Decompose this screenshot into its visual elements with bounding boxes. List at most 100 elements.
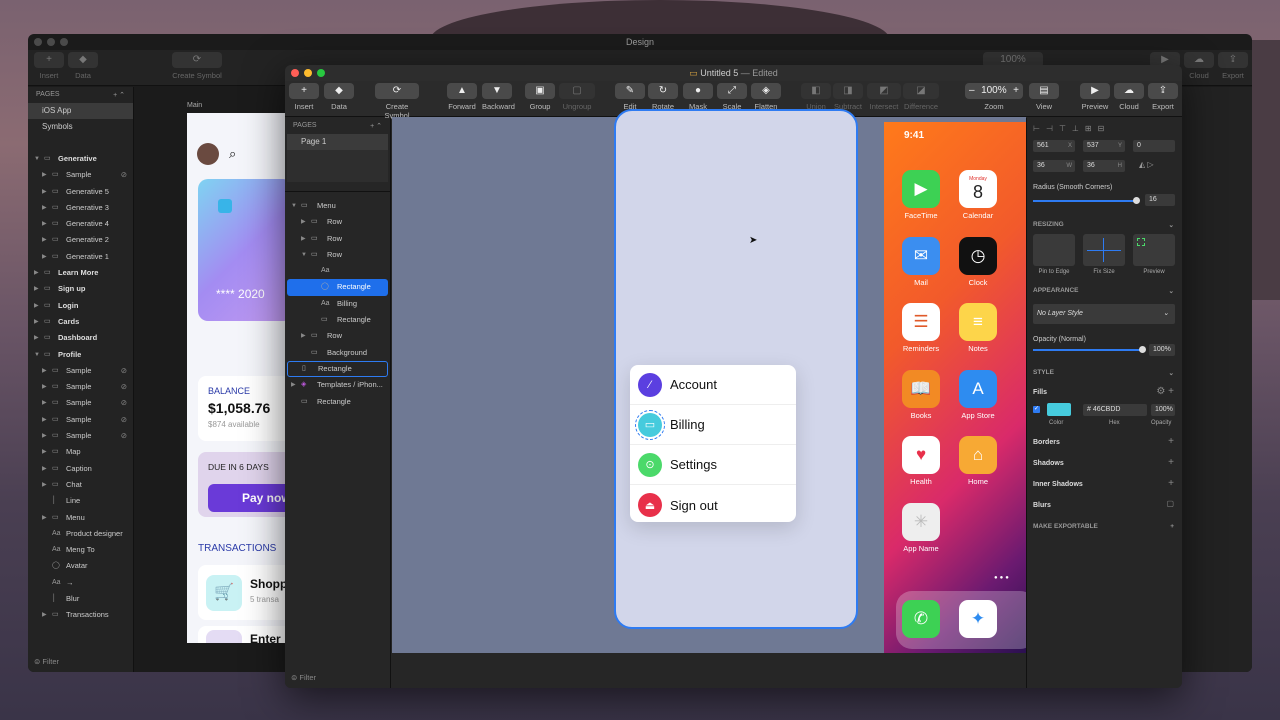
bg-insert-button[interactable]: + Insert bbox=[34, 52, 64, 80]
disclosure-icon[interactable]: ▶ bbox=[42, 428, 52, 444]
toolbar-cloud-button[interactable]: ☁ Cloud bbox=[1114, 83, 1144, 111]
ios-app-reminders[interactable]: ☰ Reminders bbox=[901, 303, 941, 353]
toolbar-preview-button[interactable]: ▶ Preview bbox=[1080, 83, 1110, 111]
page-item[interactable]: Page 1 bbox=[287, 134, 388, 150]
bg-layer-row[interactable]: ▶ ▭ Cards bbox=[28, 314, 133, 330]
bg-layer-row[interactable]: ▶ ▭ Sample ⊘ bbox=[28, 412, 133, 428]
disclosure-icon[interactable]: ▶ bbox=[34, 281, 44, 297]
disclosure-icon[interactable]: ▶ bbox=[42, 412, 52, 428]
fill-opacity-field[interactable]: 100% bbox=[1151, 404, 1175, 416]
bg-cloud-button[interactable]: ☁ Cloud bbox=[1184, 52, 1214, 80]
bg-layer-row[interactable]: ▶ ▭ Dashboard bbox=[28, 330, 133, 346]
fill-hex-field[interactable]: # 46CBDD bbox=[1083, 404, 1147, 416]
disclosure-icon[interactable]: ▶ bbox=[42, 167, 52, 183]
layer-row[interactable]: ◯ Rectangle bbox=[287, 279, 388, 296]
filter-field[interactable]: ⊜ Filter bbox=[291, 673, 316, 682]
disclosure-icon[interactable]: ▶ bbox=[34, 298, 44, 314]
width-field[interactable]: 36 W bbox=[1033, 160, 1075, 172]
foreground-sketch-window[interactable]: ▭ Untitled 5 — Edited –100% + Zoom + Inser… bbox=[285, 65, 1182, 688]
disclosure-icon[interactable]: ▶ bbox=[42, 200, 52, 216]
hidden-eye-icon[interactable]: ⊘ bbox=[121, 412, 127, 428]
toolbar-view-button[interactable]: ▤ View bbox=[1029, 83, 1059, 111]
bg-data-button[interactable]: ◆ Data bbox=[68, 52, 98, 80]
disclosure-icon[interactable]: ▶ bbox=[42, 184, 52, 200]
page-item[interactable]: Symbols bbox=[28, 119, 133, 135]
disclosure-open-icon[interactable]: ▼ bbox=[301, 247, 311, 263]
bg-create-symbol-button[interactable]: ⟳ Create Symbol bbox=[172, 52, 222, 80]
hidden-eye-icon[interactable]: ⊘ bbox=[121, 379, 127, 395]
toolbar-scale-button[interactable]: ⤢ Scale bbox=[717, 83, 747, 111]
bg-layer-row[interactable]: ▶ ▭ Generative 4 bbox=[28, 216, 133, 232]
menu-card[interactable]: ⁄ Account ▭ Billing ⊙ Settings ⏏ Sign out bbox=[630, 365, 796, 522]
bg-layer-row[interactable]: ▶ ▭ Learn More bbox=[28, 265, 133, 281]
bg-filter[interactable]: ⊜ Filter bbox=[34, 657, 59, 666]
disclosure-icon[interactable]: ▶ bbox=[42, 607, 52, 623]
hidden-eye-icon[interactable]: ⊘ bbox=[121, 395, 127, 411]
ios-app-clock[interactable]: ◷ Clock bbox=[958, 236, 998, 287]
ios-app-app-name[interactable]: ✳ App Name bbox=[901, 502, 941, 553]
layer-row[interactable]: ▶ ◈ Templates / iPhon... bbox=[287, 377, 388, 393]
ios-app-facetime[interactable]: ▶ FaceTime bbox=[901, 170, 941, 220]
bg-layer-row[interactable]: ◯ Avatar bbox=[28, 558, 133, 574]
disclosure-icon[interactable]: ▶ bbox=[42, 395, 52, 411]
disclosure-icon[interactable]: ▶ bbox=[42, 249, 52, 265]
disclosure-icon[interactable]: ▶ bbox=[34, 265, 44, 281]
ios-app-health[interactable]: ♥ Health bbox=[901, 436, 941, 486]
layer-row[interactable]: ▼ ▭ Row bbox=[287, 247, 388, 263]
bg-layer-row[interactable]: ▼ ▭ Profile bbox=[28, 347, 133, 363]
ios-app-home[interactable]: ⌂ Home bbox=[958, 436, 998, 486]
layer-style-select[interactable]: No Layer Style ⌄ bbox=[1033, 304, 1175, 324]
pay-now-button[interactable]: Pay now bbox=[208, 484, 287, 512]
menu-item-settings[interactable]: ⊙ Settings bbox=[630, 445, 796, 485]
zoom-control[interactable]: –100% + Zoom bbox=[965, 83, 1023, 111]
bg-layer-row[interactable]: Aa Product designer bbox=[28, 526, 133, 542]
bg-layer-row[interactable]: ▶ ▭ Generative 5 bbox=[28, 184, 133, 200]
bg-export-button[interactable]: ⇪ Export bbox=[1218, 52, 1248, 80]
disclosure-icon[interactable]: ▶ bbox=[42, 510, 52, 526]
bg-layer-row[interactable]: ▶ ▭ Generative 1 bbox=[28, 249, 133, 265]
disclosure-icon[interactable]: ▶ bbox=[42, 461, 52, 477]
bg-layer-row[interactable]: ▶ ▭ Map bbox=[28, 444, 133, 460]
disclosure-icon[interactable]: ▶ bbox=[42, 444, 52, 460]
add-border-button[interactable]: + bbox=[1168, 436, 1174, 447]
make-exportable-header[interactable]: MAKE EXPORTABLE + bbox=[1033, 523, 1174, 530]
toolbar-group-button[interactable]: ▣ Group bbox=[525, 83, 555, 111]
disclosure-icon[interactable]: ▶ bbox=[34, 314, 44, 330]
disclosure-closed-icon[interactable]: ▶ bbox=[301, 214, 311, 230]
hidden-eye-icon[interactable]: ⊘ bbox=[121, 428, 127, 444]
bg-layer-row[interactable]: ▶ ▭ Menu bbox=[28, 510, 133, 526]
toolbar-difference-button[interactable]: ◪ Difference bbox=[903, 83, 939, 111]
fill-color-swatch[interactable] bbox=[1047, 403, 1071, 416]
disclosure-closed-icon[interactable]: ▶ bbox=[301, 328, 311, 344]
disclosure-closed-icon[interactable]: ▶ bbox=[291, 377, 301, 393]
disclosure-icon[interactable]: ▶ bbox=[42, 232, 52, 248]
bg-layer-row[interactable]: ▶ ▭ Chat bbox=[28, 477, 133, 493]
flip-icons[interactable]: ◭ ▷ bbox=[1139, 160, 1154, 169]
rotation-field[interactable]: 0 bbox=[1133, 140, 1175, 152]
ios-app-app-store[interactable]: A App Store bbox=[958, 369, 998, 420]
layer-row[interactable]: Aa bbox=[287, 263, 388, 279]
y-field[interactable]: 537 Y bbox=[1083, 140, 1125, 152]
layer-row[interactable]: ▶ ▭ Row bbox=[287, 214, 388, 230]
toolbar-rotate-button[interactable]: ↻ Rotate bbox=[648, 83, 678, 111]
bg-layer-row[interactable]: ▶ ▭ Login bbox=[28, 298, 133, 314]
align-toolbar[interactable]: ⊢⊣⊤⊥⊞⊟ bbox=[1033, 124, 1176, 136]
layer-row[interactable]: ▭ Rectangle bbox=[287, 312, 388, 328]
zoom-button[interactable] bbox=[317, 69, 325, 77]
pin-to-edge-control[interactable] bbox=[1033, 234, 1075, 266]
bg-layer-row[interactable]: ▼ ▭ Generative bbox=[28, 151, 133, 167]
layer-row[interactable]: ▼ ▭ Menu bbox=[287, 198, 388, 214]
close-button[interactable] bbox=[291, 69, 299, 77]
hidden-eye-icon[interactable]: ⊘ bbox=[121, 167, 127, 183]
toolbar-export-button[interactable]: ⇪ Export bbox=[1148, 83, 1178, 111]
toolbar-mask-button[interactable]: ● Mask bbox=[683, 83, 713, 111]
height-field[interactable]: 36 H bbox=[1083, 160, 1125, 172]
layer-row[interactable]: ▭ Rectangle bbox=[287, 394, 388, 410]
hidden-eye-icon[interactable]: ⊘ bbox=[121, 363, 127, 379]
bg-layer-row[interactable]: ▶ ▭ Sample ⊘ bbox=[28, 167, 133, 183]
toolbar-create-symbol-button[interactable]: ⟳ Create Symbol bbox=[375, 83, 419, 120]
ios-home-screen[interactable]: 9:41 ▶ FaceTime Monday 8 Calendar ✉ Mail ◷ Clock… bbox=[884, 122, 1026, 653]
disclosure-open-icon[interactable]: ▼ bbox=[291, 198, 301, 214]
bg-minimize-button[interactable] bbox=[47, 38, 55, 46]
bg-artboard-label[interactable]: Main bbox=[187, 102, 202, 109]
